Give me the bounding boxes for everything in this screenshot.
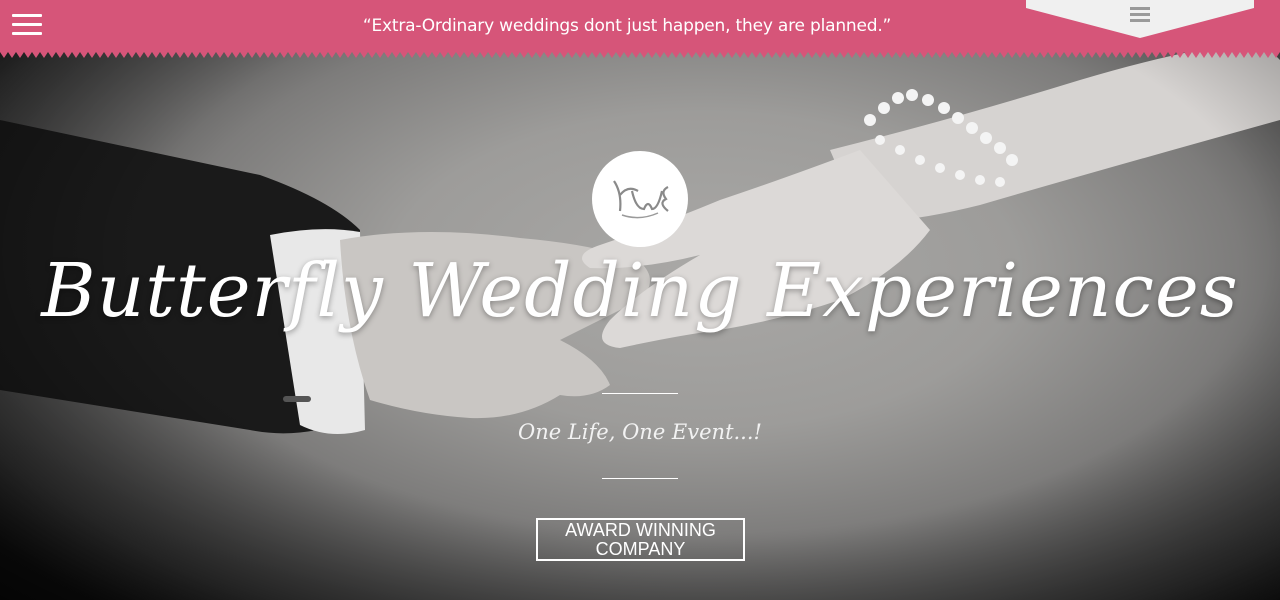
tagline: One Life, One Event...! bbox=[518, 420, 762, 444]
tab-menu-icon[interactable] bbox=[1130, 7, 1150, 23]
logo[interactable] bbox=[592, 151, 688, 247]
site-title: Butterfly Wedding Experiences bbox=[41, 248, 1239, 334]
award-button-line2: COMPANY bbox=[595, 539, 686, 559]
butterfly-logo-icon bbox=[613, 180, 669, 219]
page: “Extra-Ordinary weddings dont just happe… bbox=[0, 0, 1280, 600]
divider-bottom bbox=[602, 478, 678, 479]
divider-top bbox=[602, 393, 678, 394]
zigzag-edge bbox=[0, 52, 1280, 58]
award-winning-button[interactable]: AWARD WINNING COMPANY bbox=[536, 518, 745, 561]
award-button-line1: AWARD WINNING bbox=[565, 520, 716, 540]
